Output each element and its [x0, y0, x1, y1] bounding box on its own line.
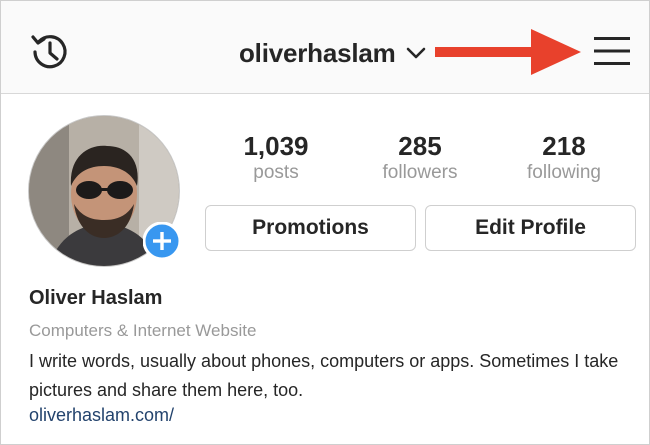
account-switcher[interactable]: oliverhaslam	[239, 35, 426, 71]
followers-label: followers	[382, 162, 458, 183]
profile-category: Computers & Internet Website	[29, 321, 257, 340]
hamburger-menu-icon[interactable]	[593, 34, 631, 68]
website-link[interactable]: oliverhaslam.com/	[29, 405, 174, 426]
chevron-down-icon	[406, 47, 425, 59]
following-count: 218	[542, 131, 586, 161]
history-icon[interactable]	[27, 29, 73, 75]
followers-count: 285	[398, 131, 442, 161]
profile-screen: oliverhaslam 1,039 posts 285 followers 2…	[0, 0, 650, 445]
followers-stat[interactable]: 285 followers	[365, 131, 475, 185]
profile-name: Oliver Haslam	[29, 287, 163, 309]
red-arrow-annotation	[435, 29, 581, 75]
add-story-plus-icon[interactable]	[143, 222, 181, 260]
following-stat[interactable]: 218 following	[509, 131, 619, 185]
following-label: following	[527, 162, 601, 183]
posts-stat[interactable]: 1,039 posts	[221, 131, 331, 185]
username: oliverhaslam	[239, 37, 396, 68]
profile-bio: I write words, usually about phones, com…	[29, 351, 619, 400]
posts-label: posts	[253, 162, 299, 183]
top-navigation-bar: oliverhaslam	[1, 1, 649, 94]
edit-profile-button[interactable]: Edit Profile	[425, 205, 636, 251]
posts-count: 1,039	[243, 131, 309, 161]
promotions-button[interactable]: Promotions	[205, 205, 416, 251]
